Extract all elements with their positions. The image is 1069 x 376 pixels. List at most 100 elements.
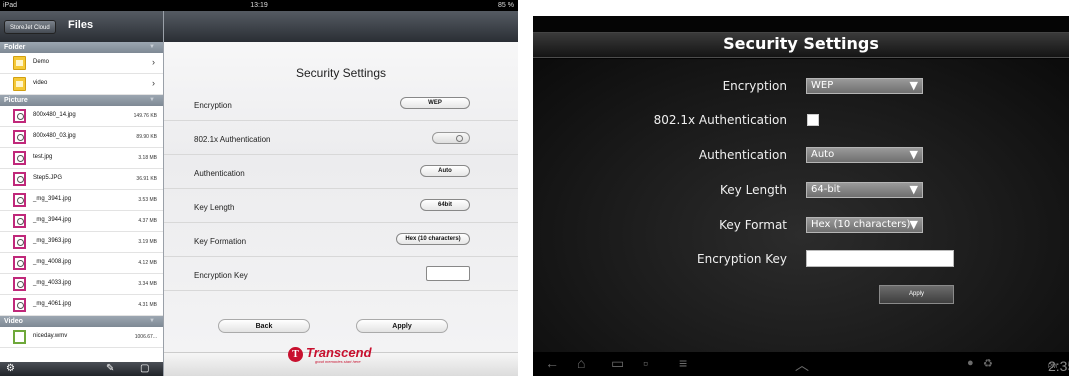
list-item[interactable]: _mg_4061.jpg 4.31 MB (0, 295, 163, 316)
key-length-select[interactable]: 64bit (420, 199, 470, 211)
recycle-icon[interactable]: ♻ (983, 357, 993, 370)
encryption-key-row: Encryption Key (164, 257, 518, 291)
item-name: Step5.JPG (33, 175, 63, 181)
chevron-down-icon: ▼ (149, 318, 155, 324)
apply-button[interactable]: Apply (356, 319, 448, 333)
list-item[interactable]: Demo › (0, 53, 163, 74)
encryption-key-input[interactable] (426, 266, 470, 281)
android-nav-bar: ← ⌂ ▭ ▫ ≡ ︿ ● ♻ 2:35 PM (533, 352, 1069, 376)
status-clock: 2:35 PM (1048, 355, 1069, 374)
image-file-icon (13, 214, 26, 228)
key-format-label: Key Format (719, 218, 787, 232)
list-item[interactable]: _mg_3941.jpg 3.53 MB (0, 190, 163, 211)
item-name: video (33, 80, 48, 86)
encryption-select[interactable]: WEP (400, 97, 470, 109)
sidebar-toolbar: ⚙ ✎ ▢ (0, 362, 163, 376)
android-notification-icon[interactable]: ● (967, 357, 974, 369)
sidebar-title: Files (68, 19, 94, 31)
back-icon[interactable]: ← (545, 355, 559, 371)
image-file-icon (13, 277, 26, 291)
ios-status-bar: iPad 13:19 85 % (0, 0, 518, 11)
item-size: 36.91 KB (136, 176, 157, 182)
encryption-select[interactable]: WEP ▼ (806, 78, 923, 94)
key-format-select[interactable]: Hex (10 characters) ▼ (806, 217, 923, 233)
auth8021x-toggle[interactable] (432, 132, 470, 144)
list-item[interactable]: 800x480_03.jpg 89.90 KB (0, 127, 163, 148)
section-picture[interactable]: Picture ▼ (0, 95, 163, 106)
section-video[interactable]: Video ▼ (0, 316, 163, 327)
edit-icon[interactable]: ✎ (106, 362, 114, 376)
battery-label: 85 % (498, 2, 514, 9)
files-sidebar: StoreJet Cloud Files Folder ▼ Demo › vid… (0, 11, 164, 376)
key-length-label: Key Length (720, 183, 787, 197)
auth8021x-label: 802.1x Authentication (194, 135, 271, 144)
auth8021x-row: 802.1x Authentication (164, 121, 518, 155)
list-item[interactable]: Step5.JPG 36.91 KB (0, 169, 163, 190)
item-size: 89.90 KB (136, 134, 157, 140)
gear-icon[interactable]: ⚙ (6, 362, 15, 376)
back-button[interactable]: Back (218, 319, 310, 333)
chevron-right-icon: › (152, 57, 155, 67)
image-file-icon (13, 256, 26, 270)
chevron-up-icon[interactable]: ︿ (795, 355, 809, 375)
list-item[interactable]: test.jpg 3.18 MB (0, 148, 163, 169)
key-formation-label: Key Formation (194, 237, 247, 246)
auth8021x-checkbox[interactable] (807, 114, 819, 126)
item-name: _mg_3944.jpg (33, 217, 72, 223)
item-size: 3.19 MB (138, 239, 157, 245)
item-name: test.jpg (33, 154, 53, 160)
list-item[interactable]: _mg_4033.jpg 3.34 MB (0, 274, 163, 295)
item-name: _mg_4061.jpg (33, 301, 72, 307)
home-icon[interactable]: ⌂ (577, 355, 585, 371)
status-time: 13:19 (250, 2, 268, 9)
page-title: Security Settings (723, 34, 879, 53)
section-label: Video (4, 318, 23, 325)
clock-time: 2:35 (1048, 358, 1069, 374)
section-folder[interactable]: Folder ▼ (0, 42, 163, 53)
storejet-cloud-tab[interactable]: StoreJet Cloud (4, 20, 56, 34)
image-file-icon (13, 109, 26, 123)
menu-icon[interactable]: ≡ (679, 355, 687, 371)
list-item[interactable]: 800x480_14.jpg 149.76 KB (0, 106, 163, 127)
dropdown-arrow-icon: ▼ (909, 218, 918, 231)
chevron-down-icon: ▼ (149, 97, 155, 103)
list-item[interactable]: video › (0, 74, 163, 95)
image-file-icon (13, 235, 26, 249)
recent-apps-icon[interactable]: ▭ (611, 355, 624, 372)
item-size: 3.18 MB (138, 155, 157, 161)
image-file-icon (13, 151, 26, 165)
screenshot-icon[interactable]: ▫ (643, 355, 648, 371)
list-item[interactable]: _mg_3944.jpg 4.37 MB (0, 211, 163, 232)
list-item[interactable]: niceday.wmv 1006.67... (0, 327, 163, 348)
authentication-select[interactable]: Auto (420, 165, 470, 177)
section-label: Picture (4, 97, 28, 104)
key-length-select[interactable]: 64-bit ▼ (806, 182, 923, 198)
encryption-key-input[interactable] (806, 250, 954, 267)
list-item[interactable]: _mg_3963.jpg 3.19 MB (0, 232, 163, 253)
key-length-label: Key Length (194, 203, 235, 212)
content-header (164, 11, 518, 42)
image-file-icon (13, 172, 26, 186)
ipad-screen: iPad 13:19 85 % StoreJet Cloud Files Fol… (0, 0, 518, 376)
item-name: _mg_4008.jpg (33, 259, 72, 265)
brand-tagline: good memories start here (315, 359, 361, 364)
toggle-knob (456, 135, 463, 142)
auth8021x-label: 802.1x Authentication (653, 113, 787, 127)
list-item[interactable]: _mg_4008.jpg 4.12 MB (0, 253, 163, 274)
security-settings-panel: Security Settings Encryption WEP 802.1x … (164, 11, 518, 376)
sidebar-header: StoreJet Cloud Files (0, 11, 163, 42)
authentication-select[interactable]: Auto ▼ (806, 147, 923, 163)
key-formation-select[interactable]: Hex (10 characters) (396, 233, 470, 245)
video-file-icon (13, 330, 26, 344)
item-name: _mg_3941.jpg (33, 196, 72, 202)
window-icon[interactable]: ▢ (140, 362, 149, 376)
item-name: Demo (33, 59, 50, 65)
screenshot-root: iPad 13:19 85 % StoreJet Cloud Files Fol… (0, 0, 1069, 376)
dropdown-arrow-icon: ▼ (909, 148, 918, 161)
apply-button[interactable]: Apply (879, 285, 954, 304)
chevron-right-icon: › (152, 78, 155, 88)
authentication-label: Authentication (698, 148, 787, 162)
select-value: Hex (10 characters) (811, 219, 911, 230)
authentication-row: Authentication Auto (164, 155, 518, 189)
item-name: 800x480_14.jpg (33, 112, 76, 118)
